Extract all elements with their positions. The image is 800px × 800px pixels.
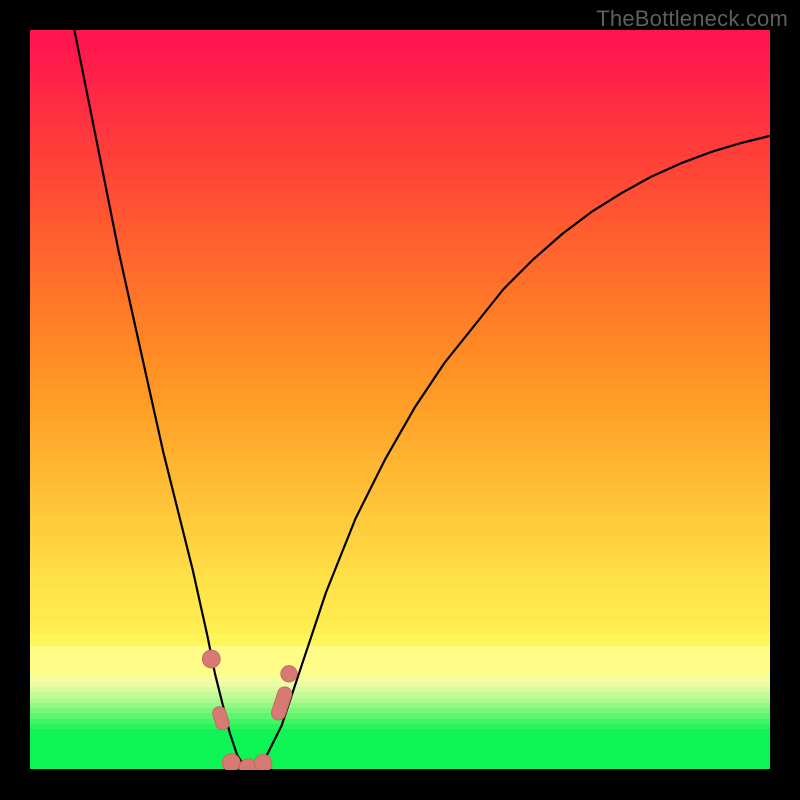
right-upper-dot (281, 666, 297, 682)
watermark-text: TheBottleneck.com (596, 6, 788, 32)
plot-area (30, 30, 770, 770)
bottom-left-dot (222, 754, 240, 770)
bottleneck-curve (74, 30, 770, 769)
curve-layer (30, 30, 770, 770)
bottom-right-dot (254, 754, 272, 770)
chart-frame: TheBottleneck.com (0, 0, 800, 800)
left-mid-capsule (211, 705, 231, 732)
left-upper-dot (202, 650, 220, 668)
